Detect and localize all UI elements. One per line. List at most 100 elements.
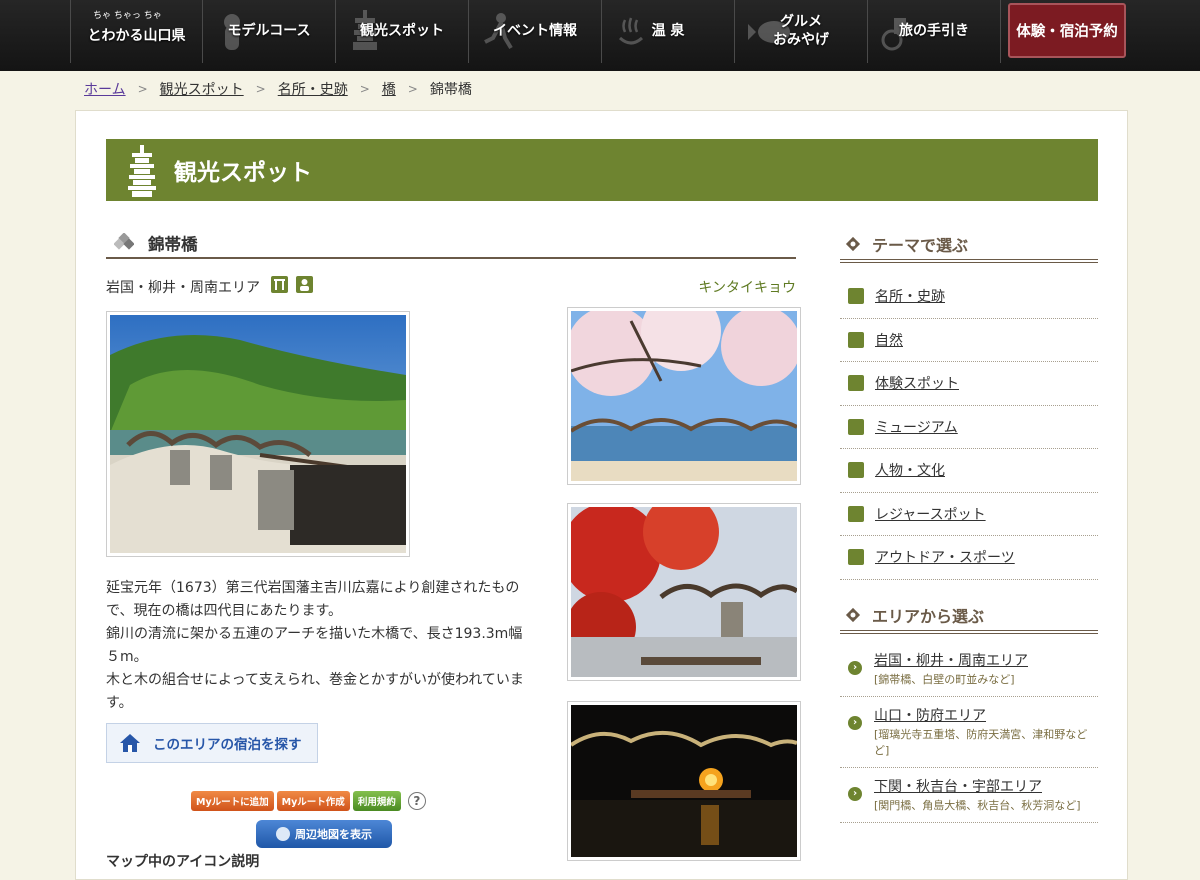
theme-item-outdoor[interactable]: アウトドア・スポーツ bbox=[840, 536, 1098, 580]
spot-description: 延宝元年（1673）第三代岩国藩主吉川広嘉により創建されたもので、現在の橋は四代… bbox=[106, 577, 536, 715]
help-icon[interactable]: ? bbox=[407, 792, 426, 810]
bridge-autumn-image bbox=[561, 494, 799, 677]
show-nearby-map-button[interactable]: 周辺地図を表示 bbox=[256, 820, 392, 848]
breadcrumb-current: 錦帯橋 bbox=[429, 82, 472, 98]
torii-icon bbox=[848, 288, 864, 305]
nav-events[interactable]: イベント情報 bbox=[469, 0, 602, 63]
theme-item-culture[interactable]: 人物・文化 bbox=[840, 449, 1098, 493]
find-lodging-button[interactable]: このエリアの宿泊を探す bbox=[106, 723, 318, 763]
nav-label: イベント情報 bbox=[493, 22, 577, 39]
side-photo-night[interactable] bbox=[567, 701, 801, 861]
area-list: › 岩国・柳井・周南エリア [錦帯橋、白壁の町並みなど] › 山口・防府エリア [瑠… bbox=[840, 642, 1098, 823]
area-heading: エリアから選ぶ bbox=[840, 600, 1098, 634]
desc-line-1: 延宝元年（1673）第三代岩国藩主吉川広嘉により創建されたもので、現在の橋は四代… bbox=[106, 580, 520, 619]
torii-icon bbox=[271, 276, 288, 293]
add-to-my-route-button[interactable]: Myルートに追加 bbox=[191, 791, 274, 811]
nav-onsen[interactable]: 温 泉 bbox=[602, 0, 735, 63]
show-nearby-map-label: 周辺地図を表示 bbox=[295, 828, 372, 841]
theme-item-museum[interactable]: ミュージアム bbox=[840, 406, 1098, 449]
nav-label: 観光スポット bbox=[360, 22, 444, 39]
theme-item-historic[interactable]: 名所・史跡 bbox=[840, 275, 1098, 319]
content-card: 観光スポット 錦帯橋 岩国・柳井・周南エリア キンタイキョウ 延宝元年（1673… bbox=[75, 110, 1128, 880]
breadcrumb-sightseeing[interactable]: 観光スポット bbox=[160, 79, 244, 99]
nav-model-course[interactable]: モデルコース bbox=[203, 0, 336, 63]
desc-line-3: 木と木の組合せによって支えられ、巻金とかすがいが使われています。 bbox=[106, 672, 524, 711]
area-name: 岩国・柳井・周南エリア bbox=[874, 652, 1028, 669]
globe-icon bbox=[276, 827, 290, 841]
theme-item-experience[interactable]: 体験スポット bbox=[840, 362, 1098, 406]
nav-label: とわかる山口県 bbox=[87, 27, 186, 44]
arrow-right-icon: › bbox=[848, 786, 862, 801]
experience-icon bbox=[848, 375, 864, 392]
area-item-yamaguchi[interactable]: › 山口・防府エリア [瑠璃光寺五重塔、防府天満宮、津和野などど] bbox=[840, 697, 1098, 768]
museum-icon bbox=[848, 418, 864, 435]
theme-label: ミュージアム bbox=[875, 419, 958, 436]
reserve-button[interactable]: 体験・宿泊予約 bbox=[1008, 3, 1126, 58]
theme-label: 自然 bbox=[875, 332, 903, 349]
side-photo-cherry[interactable] bbox=[566, 291, 801, 485]
theme-heading: テーマで選ぶ bbox=[840, 229, 1098, 263]
diamond-ornament-icon bbox=[845, 236, 861, 252]
onsen-icon bbox=[618, 17, 644, 45]
banner-title: 観光スポット bbox=[174, 160, 312, 186]
nav-gourmet[interactable]: グルメ おみやげ bbox=[735, 0, 868, 63]
theme-item-leisure[interactable]: レジャースポット bbox=[840, 493, 1098, 536]
nav-label: モデルコース bbox=[227, 22, 311, 39]
breadcrumb-home[interactable]: ホーム bbox=[84, 79, 126, 99]
nav-label: 旅の手引き bbox=[899, 22, 969, 39]
chevron-right-icon: > bbox=[407, 82, 418, 96]
spot-detail: 錦帯橋 岩国・柳井・周南エリア キンタイキョウ 延宝元年（1673）第三代岩国藩… bbox=[106, 229, 801, 870]
spot-title: 錦帯橋 bbox=[148, 235, 198, 254]
section-banner: 観光スポット bbox=[106, 139, 1098, 201]
bridge-night-ukai-image bbox=[569, 705, 798, 857]
area-examples: [錦帯橋、白壁の町並みなど] bbox=[874, 672, 1015, 686]
area-item-iwakuni[interactable]: › 岩国・柳井・周南エリア [錦帯橋、白壁の町並みなど] bbox=[840, 642, 1098, 697]
bridge-cherry-blossom-image bbox=[566, 291, 801, 481]
area-name: 下関・秋吉台・宇部エリア bbox=[874, 778, 1042, 795]
global-nav: ちゃ ちゃっ ちゃ とわかる山口県 モデルコース 観光スポット イベント情報 温… bbox=[0, 0, 1200, 71]
arrow-right-icon: › bbox=[848, 660, 862, 675]
theme-list: 名所・史跡 自然 体験スポット ミュージアム 人物・文化 レジャースポット アウ… bbox=[840, 275, 1098, 580]
route-actions: Myルートに追加 Myルート作成 利用規約 ? bbox=[191, 791, 426, 811]
map-icon-legend-title: マップ中のアイコン説明 bbox=[106, 854, 260, 870]
create-my-route-button[interactable]: Myルート作成 bbox=[276, 791, 350, 811]
area-heading-title: エリアから選ぶ bbox=[872, 606, 985, 626]
area-examples: [瑠璃光寺五重塔、防府天満宮、津和野などど] bbox=[874, 727, 1088, 757]
theme-label: レジャースポット bbox=[875, 506, 986, 523]
sun-icon bbox=[848, 549, 864, 566]
main-photo[interactable] bbox=[106, 311, 410, 557]
spot-heading: 錦帯橋 bbox=[106, 229, 796, 259]
bridge-summer-image bbox=[110, 315, 407, 553]
theme-label: 名所・史跡 bbox=[875, 289, 945, 306]
spot-area: 岩国・柳井・周南エリア bbox=[106, 280, 260, 296]
find-lodging-label: このエリアの宿泊を探す bbox=[153, 737, 302, 753]
nav-travel-guide[interactable]: 旅の手引き bbox=[868, 0, 1001, 63]
nav-sightseeing[interactable]: 観光スポット bbox=[336, 0, 469, 63]
area-item-shimonoseki[interactable]: › 下関・秋吉台・宇部エリア [関門橋、角島大橋、秋吉台、秋芳洞など] bbox=[840, 768, 1098, 823]
diamond-ornament-icon bbox=[845, 607, 861, 622]
breadcrumb-historic[interactable]: 名所・史跡 bbox=[278, 79, 348, 99]
nav-home-logo[interactable]: ちゃ ちゃっ ちゃ とわかる山口県 bbox=[70, 0, 203, 63]
theme-item-nature[interactable]: 自然 bbox=[840, 319, 1098, 362]
person-icon bbox=[848, 462, 864, 479]
diamond-icon bbox=[114, 233, 134, 250]
house-icon bbox=[120, 734, 140, 752]
leisure-icon bbox=[848, 505, 864, 522]
side-photo-autumn[interactable] bbox=[561, 494, 801, 681]
person-icon bbox=[296, 276, 313, 293]
breadcrumb: ホーム > 観光スポット > 名所・史跡 > 橋 > 錦帯橋 bbox=[84, 78, 472, 100]
terms-of-use-button[interactable]: 利用規約 bbox=[352, 791, 401, 811]
breadcrumb-bridge[interactable]: 橋 bbox=[382, 79, 396, 99]
arrow-right-icon: › bbox=[848, 715, 862, 730]
leaf-icon bbox=[848, 331, 864, 348]
spot-meta: 岩国・柳井・周南エリア キンタイキョウ bbox=[106, 259, 796, 299]
chevron-right-icon: > bbox=[359, 82, 370, 96]
desc-line-2: 錦川の清流に架かる五連のアーチを描いた木橋で、長さ193.3m幅５m。 bbox=[106, 626, 523, 665]
area-name: 山口・防府エリア bbox=[874, 707, 986, 724]
theme-label: 体験スポット bbox=[875, 376, 959, 393]
sidebar: テーマで選ぶ 名所・史跡 自然 体験スポット ミュージアム 人物・文化 レジャー… bbox=[840, 229, 1098, 823]
nav-label: グルメ おみやげ bbox=[773, 14, 829, 48]
area-examples: [関門橋、角島大橋、秋吉台、秋芳洞など] bbox=[874, 798, 1081, 812]
pagoda-icon bbox=[128, 145, 156, 197]
theme-label: 人物・文化 bbox=[875, 463, 945, 480]
